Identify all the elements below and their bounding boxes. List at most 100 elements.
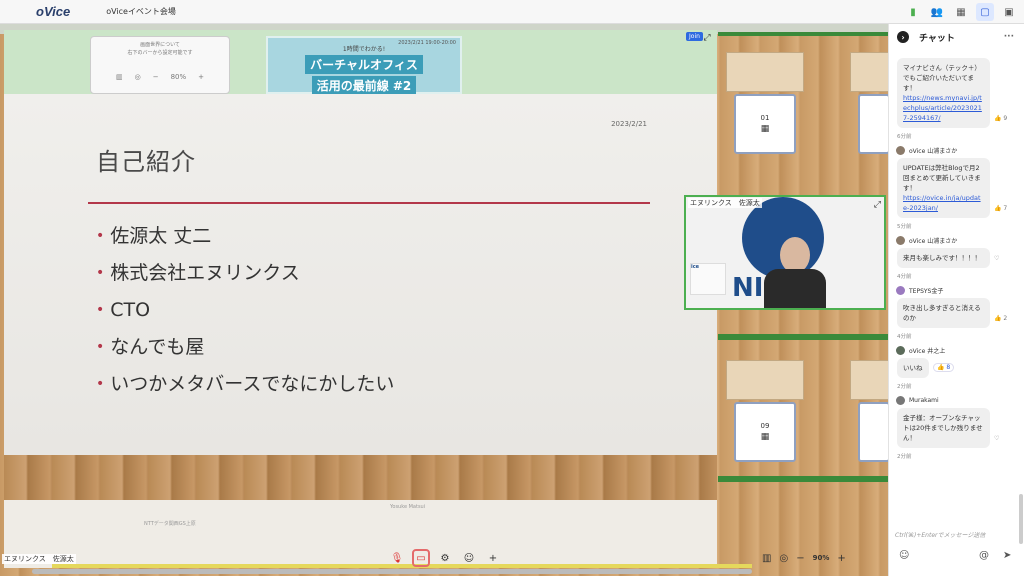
send-icon[interactable]: ➤ [1003,550,1011,561]
desk [726,360,804,400]
message-time: 4分前 [897,274,912,280]
video-tile[interactable]: NI ice エヌリンクス 佐源太 ⤢ [684,195,886,310]
locate-icon[interactable]: ◎ [779,553,788,564]
slide-bullet: 佐源太 丈二 [96,218,394,255]
zoom-in-icon[interactable]: + [837,553,845,564]
mic-off-icon[interactable]: 🎙 [388,549,406,567]
map-zoom-bar: ▥ ◎ − 90% + [762,549,846,567]
message-bubble: マイナビさん（テック＋）でもご紹介いただいてます！ https://news.m… [897,58,990,128]
ovice-logo[interactable]: oVice [36,4,70,19]
avatar-label: NTTデータ関西GS上原 [144,521,196,527]
message-time: 6分前 [897,134,912,140]
chat-message: いいね 👍 8 [897,358,1015,378]
grass-strip [718,32,888,36]
chat-input-toolbar: ☺ @ ➤ [889,548,1024,568]
avatar-label: Yosuke Matsui [390,504,426,510]
message-time: 4分前 [897,334,912,340]
grass-strip [718,476,888,482]
emoji-icon[interactable]: ☺ [899,550,909,561]
seat-01[interactable]: 01 ▦ [734,94,796,154]
chat-message: 金子様：オープンなチャットは20件までしか残りません！ ♡ [897,408,1015,448]
mention-icon[interactable]: @ [979,550,989,561]
expand-icon[interactable]: ⤢ [874,200,881,210]
screen-share-icon[interactable]: ▭ [412,549,430,567]
message-text: 金子様：オープンなチャットは20件までしか残りません！ [903,414,983,442]
message-bubble: UPDATEは弊社Blogで月2回まとめて更新していきます！ https://o… [897,158,990,218]
notice-toolbar: ▥ ◎ − 80% + [91,73,229,81]
avatar [896,285,905,295]
locate-icon: ◎ [134,73,141,81]
reaction-badge[interactable]: 👍 7 [994,205,1007,212]
expand-icon[interactable]: ⤢ [701,32,713,44]
message-link[interactable]: https://news.mynavi.jp/techplus/article/… [903,94,982,122]
top-bar: oVice oViceイベント会場 ▮ 👥 ▦ ▢ ▣ [0,0,1024,24]
slide-bullets: 佐源太 丈二 株式会社エヌリンクス CTO なんでも屋 いつかメタバースでなにか… [96,218,394,403]
seat-09[interactable]: 09 ▦ [734,402,796,462]
reaction-badge[interactable]: ♡ [994,435,999,442]
presentation-slide: 2023/2/21 自己紹介 佐源太 丈二 株式会社エヌリンクス CTO なんで… [4,94,717,455]
calendar-icon: ▦ [760,124,770,134]
user-name-tag: エヌリンクス 佐源太 [2,554,76,564]
chat-input[interactable]: Ctrl(⌘)+Enterでメッセージ送信 [895,530,985,539]
avatar [896,235,905,245]
reaction-badge[interactable]: 👍 8 [933,363,955,372]
message-sender: TEPSYS金子 [896,284,1015,296]
message-bubble: 吹き出し多すぎると消えるのか [897,298,990,328]
chat-message: UPDATEは弊社Blogで月2回まとめて更新していきます！ https://o… [897,158,1015,218]
horizontal-scrollbar[interactable] [32,569,752,574]
calendar-icon[interactable]: ▦ [952,3,970,21]
reaction-badge[interactable]: 👍 2 [994,315,1007,322]
notice-text: 画面世界について 右下のバーから設定可能です [127,42,193,56]
reaction-badge[interactable]: 👍 9 [994,115,1007,122]
message-bubble: 金子様：オープンなチャットは20件までしか残りません！ [897,408,990,448]
slide-bullet: なんでも屋 [96,329,394,366]
profile-icon[interactable]: ▣ [1000,3,1018,21]
message-bubble: いいね [897,358,929,378]
message-time: 5分前 [897,224,912,230]
seat-label: 01 [760,114,770,122]
avatar [896,145,905,155]
slide-bullet: いつかメタバースでなにかしたい [96,366,394,403]
chevron-right-icon[interactable]: › [897,31,909,43]
chat-message: マイナビさん（テック＋）でもご紹介いただいてます！ https://news.m… [897,58,1015,128]
zoom-out-icon[interactable]: − [796,553,804,564]
chat-message: 吹き出し多すぎると消えるのか 👍 2 [897,298,1015,328]
settings-notice: 画面世界について 右下のバーから設定可能です ▥ ◎ − 80% + [90,36,230,94]
message-bubble: 来月も楽しみです！！！！ [897,248,990,268]
message-text: 吹き出し多すぎると消えるのか [903,304,981,322]
sender-name: oVice 山浦まさか [909,237,958,245]
message-time: 2分前 [897,454,912,460]
slide-date: 2023/2/21 [611,120,647,128]
signal-icon[interactable]: ▮ [904,3,922,21]
background-poster: ice [690,263,726,295]
chat-messages[interactable]: マイナビさん（テック＋）でもご紹介いただいてます！ https://news.m… [889,56,1015,464]
settings-icon[interactable]: ⚙ [436,549,454,567]
map-icon[interactable]: ▥ [762,553,771,564]
chat-title: チャット [919,33,955,44]
people-icon[interactable]: 👥 [928,3,946,21]
chat-scrollbar[interactable] [1019,494,1023,544]
desk [850,360,888,400]
message-time: 2分前 [897,384,912,390]
message-text: マイナビさん（テック＋）でもご紹介いただいてます！ [903,64,981,92]
video-name-tag: エヌリンクス 佐源太 [688,198,762,208]
reaction-badge[interactable]: ♡ [994,255,999,262]
message-link[interactable]: https://ovice.in/ja/update-2023jan/ [903,194,981,212]
shared-screen[interactable]: 画面世界について 右下のバーから設定可能です ▥ ◎ − 80% + 2023/… [4,30,717,568]
sender-name: TEPSYS金子 [909,287,944,295]
seat[interactable] [858,94,888,154]
seat[interactable] [858,402,888,462]
speaker-body [764,269,826,308]
top-toolbar: ▮ 👥 ▦ ▢ ▣ [904,3,1018,21]
speaker-video [758,237,828,308]
more-icon[interactable]: ··· [1004,32,1014,42]
desk [850,52,888,92]
chat-message: 来月も楽しみです！！！！ ♡ [897,248,1015,268]
media-toolbar: 🎙 ▭ ⚙ ☺ + [388,549,502,567]
chat-icon[interactable]: ▢ [976,3,994,21]
emoji-icon[interactable]: ☺ [460,549,478,567]
message-text: 来月も楽しみです！！！！ [903,254,981,262]
message-sender: Murakami [896,394,1015,406]
message-text: いいね [903,364,923,372]
plus-icon[interactable]: + [484,549,502,567]
